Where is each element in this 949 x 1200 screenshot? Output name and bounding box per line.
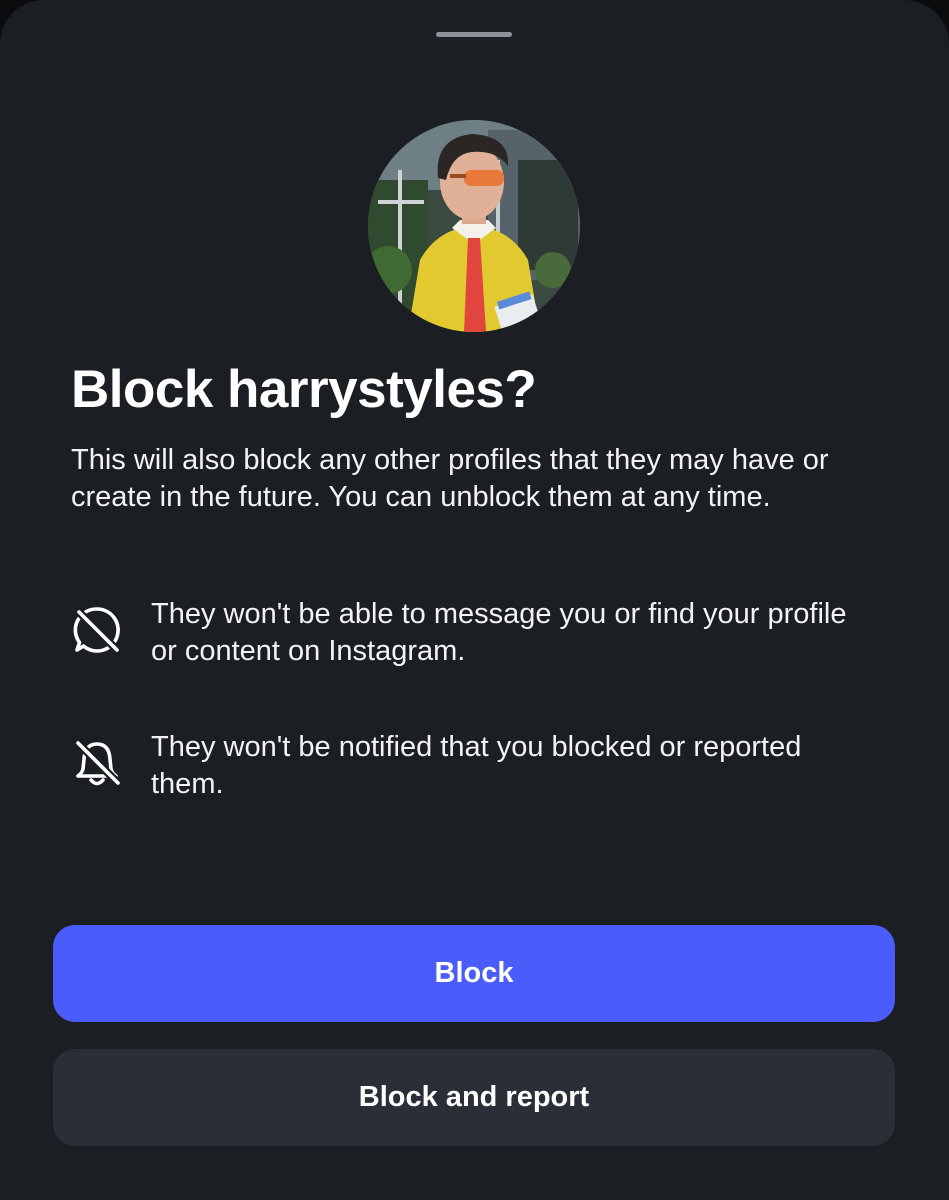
block-sheet: Block harrystyles? This will also block … [0, 0, 949, 1200]
no-message-icon [73, 607, 121, 654]
block-and-report-button[interactable]: Block and report [53, 1049, 895, 1146]
avatar [368, 120, 580, 332]
sheet-grabber-handle[interactable] [436, 32, 512, 37]
info-text-messaging: They won't be able to message you or fin… [151, 598, 847, 667]
dialog-description: This will also block any other profiles … [71, 444, 829, 513]
block-button[interactable]: Block [53, 925, 895, 1022]
dialog-title: Block harrystyles? [71, 360, 537, 419]
notifications-off-icon [74, 739, 122, 787]
profile-photo [368, 120, 580, 332]
info-text-notification: They won't be notified that you blocked … [151, 731, 802, 800]
